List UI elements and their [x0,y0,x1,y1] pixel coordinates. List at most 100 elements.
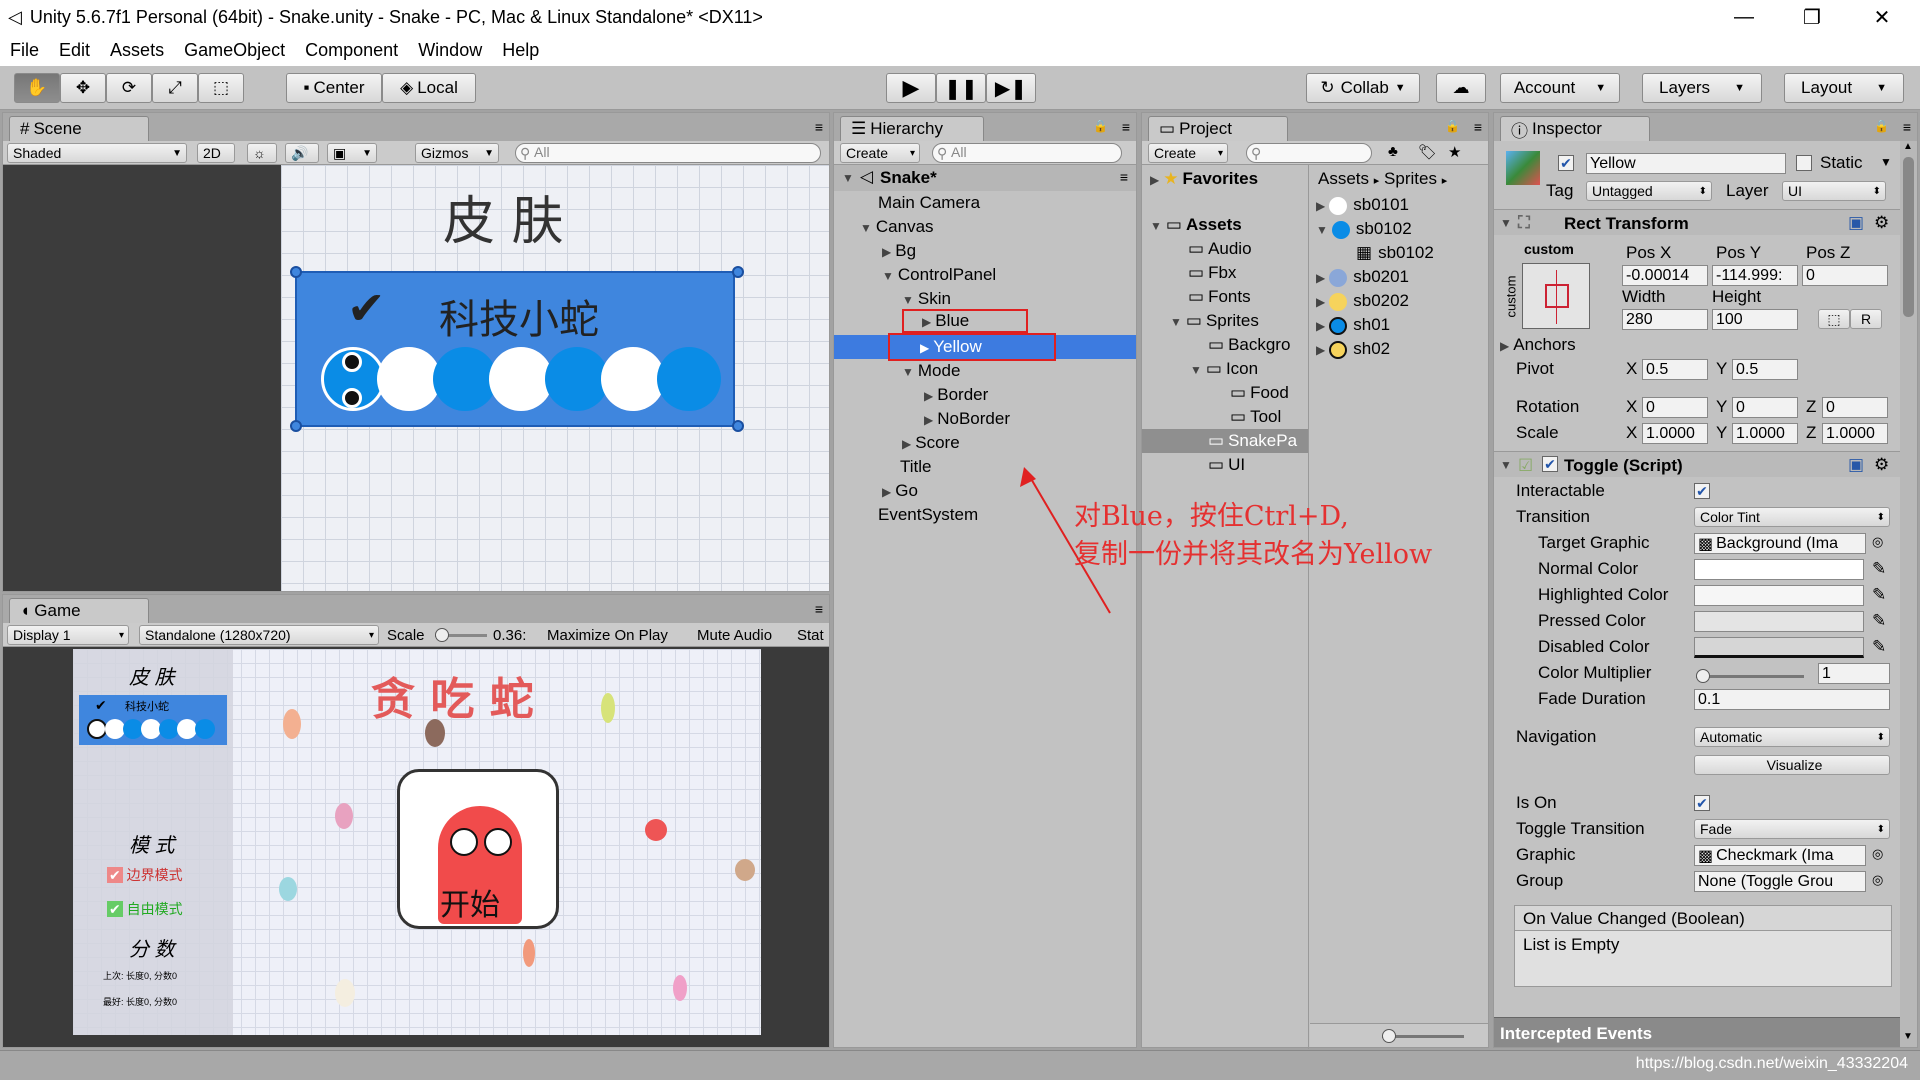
shading-dropdown[interactable]: Shaded ▼ [7,143,187,163]
scale-tool-button[interactable]: ⤢ [152,73,198,103]
navigation-dropdown[interactable]: Automatic ⬍ [1694,727,1890,747]
sprite-sb0102-sub[interactable]: ▦ sb0102 [1356,243,1434,263]
object-picker-icon[interactable]: ◎ [1872,846,1883,862]
cloud-button[interactable]: ☁ [1436,73,1486,103]
tree-item-blue[interactable]: ▶ Blue [902,309,1028,333]
lock-icon[interactable]: 🔒 [1445,119,1460,133]
panel-menu-icon[interactable]: ≡ [1122,119,1130,135]
menu-gameobject[interactable]: GameObject [184,40,285,61]
folder-audio[interactable]: ▭ Audio [1188,239,1252,259]
sprite-sh01[interactable]: ▶ sh01 [1316,315,1390,335]
hand-tool-button[interactable]: ✋ [14,73,60,103]
audio-toggle[interactable]: 🔊 [285,143,319,163]
rect-handle[interactable] [732,266,744,278]
target-graphic-field[interactable]: ▩ Background (Ima [1694,533,1866,554]
menu-window[interactable]: Window [418,40,482,61]
folder-fonts[interactable]: ▭ Fonts [1188,287,1251,307]
toggle-enabled-checkbox[interactable]: ✔ [1542,456,1558,472]
border-mode-toggle[interactable]: ✔ 边界模式 [107,865,183,885]
toggle-script-header[interactable]: ▼ ☑ ✔ Toggle (Script) ▣ ⚙ [1494,451,1900,477]
scroll-up-icon[interactable]: ▲ [1903,141,1913,152]
hierarchy-search-input[interactable]: All ⚲ [932,143,1122,163]
static-checkbox[interactable] [1796,155,1812,171]
2d-toggle[interactable]: 2D [197,143,235,163]
visualize-button[interactable]: Visualize [1694,755,1890,775]
layer-dropdown[interactable]: UI ⬍ [1782,181,1886,201]
project-search-input[interactable]: ⚲ [1246,143,1372,163]
play-button[interactable]: ▶ [886,73,936,103]
lighting-toggle[interactable]: ☼ [247,143,277,163]
gizmos-dropdown[interactable]: Gizmos ▼ [415,143,499,163]
settings-gear-icon[interactable]: ⚙ [1874,455,1889,475]
inspector-scrollbar[interactable]: ▲ ▼ [1900,141,1917,1047]
layout-dropdown[interactable]: Layout ▼ [1784,73,1904,103]
rotation-x-field[interactable]: 0 [1642,397,1708,418]
folder-food[interactable]: ▭ Food [1230,383,1289,403]
panel-menu-icon[interactable]: ≡ [815,119,823,135]
anchor-preset-button[interactable] [1522,263,1590,329]
eyedropper-icon[interactable]: ✎ [1872,585,1886,605]
object-name-field[interactable]: Yellow [1586,153,1786,174]
blueprint-mode-button[interactable]: ⬚ [1818,309,1850,329]
folder-backgro[interactable]: ▭ Backgro [1208,335,1290,355]
eyedropper-icon[interactable]: ✎ [1872,611,1886,631]
pivot-center-button[interactable]: ▪ Center [286,73,382,103]
help-book-icon[interactable]: ▣ [1848,213,1864,233]
scene-viewport[interactable]: 皮 肤 ✔ 科技小蛇 [3,165,829,591]
rect-handle[interactable] [290,420,302,432]
tree-item-skin[interactable]: ▼ Skin [902,289,951,309]
normal-color-swatch[interactable] [1694,559,1864,580]
tag-dropdown[interactable]: Untagged ⬍ [1586,181,1712,201]
maximize-on-play-toggle[interactable]: Maximize On Play [547,627,668,644]
step-button[interactable]: ▶❚ [986,73,1036,103]
scale-z-field[interactable]: 1.0000 [1822,423,1888,444]
resolution-dropdown[interactable]: Standalone (1280x720) ▾ [139,625,379,645]
filter-label-icon[interactable]: 🏷 [1418,143,1437,161]
menu-help[interactable]: Help [502,40,539,61]
folder-tool[interactable]: ▭ Tool [1230,407,1281,427]
sprite-sb0201[interactable]: ▶ sb0201 [1316,267,1409,287]
intercepted-events-bar[interactable]: Intercepted Events [1494,1017,1900,1047]
lock-icon[interactable]: 🔒 [1093,119,1108,133]
toggle-transition-dropdown[interactable]: Fade ⬍ [1694,819,1890,839]
group-field[interactable]: None (Toggle Grou [1694,871,1866,892]
tree-item-main-camera[interactable]: Main Camera [878,193,980,213]
dropdown-arrow-icon[interactable]: ▼ [1880,155,1892,169]
rect-transform-header[interactable]: ▼ ⛶ Rect Transform ▣ ⚙ [1494,209,1900,235]
width-field[interactable]: 280 [1622,309,1708,330]
side-skin-toggle[interactable]: ✔ 科技小蛇 [79,695,227,745]
color-multiplier-slider[interactable] [1696,669,1804,683]
pause-button[interactable]: ❚❚ [936,73,986,103]
thumbnail-size-slider[interactable] [1382,1029,1464,1043]
scrollbar-thumb[interactable] [1903,157,1914,317]
scene-header-row[interactable]: ▼ ◁ Snake* ≡ [834,165,1136,191]
mute-audio-toggle[interactable]: Mute Audio [697,627,772,644]
scale-x-field[interactable]: 1.0000 [1642,423,1708,444]
graphic-field[interactable]: ▩ Checkmark (Ima [1694,845,1866,866]
collab-dropdown[interactable]: ↻ Collab ▼ [1306,73,1420,103]
pivot-x-field[interactable]: 0.5 [1642,359,1708,380]
is-on-checkbox[interactable]: ✔ [1694,795,1710,811]
eyedropper-icon[interactable]: ✎ [1872,637,1886,657]
highlighted-color-swatch[interactable] [1694,585,1864,606]
folder-fbx[interactable]: ▭ Fbx [1188,263,1236,283]
interactable-checkbox[interactable]: ✔ [1694,483,1710,499]
stats-toggle[interactable]: Stat [797,627,824,644]
favorites-row[interactable]: ▶ ★ Favorites [1150,169,1258,189]
height-field[interactable]: 100 [1712,309,1798,330]
rotation-y-field[interactable]: 0 [1732,397,1798,418]
close-button[interactable]: ✕ [1852,0,1912,34]
pivot-y-field[interactable]: 0.5 [1732,359,1798,380]
pos-z-field[interactable]: 0 [1802,265,1888,286]
maximize-button[interactable]: ❐ [1782,0,1842,34]
anchors-foldout[interactable]: ▶ Anchors [1500,335,1576,355]
free-mode-toggle[interactable]: ✔ 自由模式 [107,899,183,919]
yellow-toggle-rect[interactable]: ✔ 科技小蛇 [295,271,735,427]
raw-edit-button[interactable]: R [1850,309,1882,329]
start-button[interactable]: 开始 [397,769,559,929]
pos-x-field[interactable]: -0.00014 [1622,265,1708,286]
scale-y-field[interactable]: 1.0000 [1732,423,1798,444]
sprite-sb0202[interactable]: ▶ sb0202 [1316,291,1409,311]
menu-assets[interactable]: Assets [110,40,164,61]
project-create-dropdown[interactable]: Create ▾ [1148,143,1228,163]
